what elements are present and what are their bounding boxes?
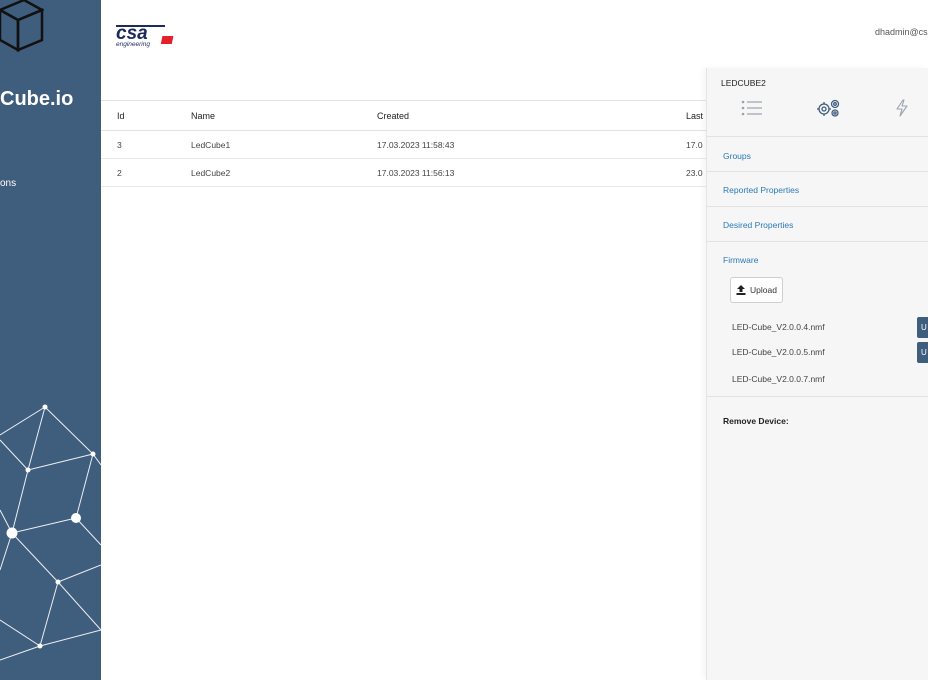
user-account[interactable]: dhadmin@cs xyxy=(875,27,928,37)
cube-logo-icon xyxy=(0,0,44,53)
section-desired-properties[interactable]: Desired Properties xyxy=(723,220,793,230)
firmware-update-button[interactable]: U xyxy=(917,342,928,363)
firmware-file-item: LED-Cube_V2.0.0.4.nmf xyxy=(732,322,825,332)
cell-name: LedCube1 xyxy=(191,130,377,159)
sidebar-item-operations[interactable]: ons xyxy=(0,178,16,189)
devices-table: Id Name Created Last 3 LedCube1 17.03.20… xyxy=(101,100,706,187)
divider xyxy=(707,206,928,207)
cell-created: 17.03.2023 11:58:43 xyxy=(377,130,686,159)
table-row[interactable]: 3 LedCube1 17.03.2023 11:58:43 17.0 xyxy=(101,130,706,159)
remove-device-label: Remove Device: xyxy=(723,416,789,426)
network-graphic-icon xyxy=(0,404,101,661)
firmware-file-item: LED-Cube_V2.0.0.7.nmf xyxy=(732,374,825,384)
sidebar: Cube.io ons xyxy=(0,0,101,680)
upload-button[interactable]: Upload xyxy=(730,277,783,303)
section-firmware[interactable]: Firmware xyxy=(723,255,758,265)
cell-id: 3 xyxy=(101,130,191,159)
divider xyxy=(707,396,928,397)
csa-engineering-logo: csa engineering xyxy=(116,24,174,48)
column-header-created[interactable]: Created xyxy=(377,100,686,131)
upload-icon xyxy=(736,285,746,295)
tab-power[interactable] xyxy=(887,96,917,120)
column-header-last[interactable]: Last xyxy=(686,100,706,131)
divider xyxy=(707,241,928,242)
table-row[interactable]: 2 LedCube2 17.03.2023 11:56:13 23.0 xyxy=(101,158,706,187)
cell-last: 23.0 xyxy=(686,158,706,187)
tab-list[interactable] xyxy=(737,96,767,120)
cell-last: 17.0 xyxy=(686,130,706,159)
tab-settings[interactable] xyxy=(814,96,844,120)
firmware-file-item: LED-Cube_V2.0.0.5.nmf xyxy=(732,347,825,357)
panel-title: LEDCUBE2 xyxy=(721,78,766,88)
list-icon xyxy=(741,100,762,116)
cell-id: 2 xyxy=(101,158,191,187)
brand-name: Cube.io xyxy=(0,88,74,110)
column-header-name[interactable]: Name xyxy=(191,100,377,131)
logo-subtext: engineering xyxy=(116,41,150,48)
table-header-row: Id Name Created Last xyxy=(101,100,706,131)
device-detail-panel: LEDCUBE2 Groups Reported Properties Desi… xyxy=(706,68,928,680)
lightning-icon xyxy=(896,99,908,117)
divider xyxy=(707,171,928,172)
cell-created: 17.03.2023 11:56:13 xyxy=(377,158,686,187)
firmware-update-button[interactable]: U xyxy=(917,317,928,338)
divider xyxy=(707,136,928,137)
cell-name: LedCube2 xyxy=(191,158,377,187)
column-header-id[interactable]: Id xyxy=(101,100,191,131)
section-groups[interactable]: Groups xyxy=(723,151,751,161)
section-reported-properties[interactable]: Reported Properties xyxy=(723,185,799,195)
settings-icon xyxy=(817,99,840,117)
upload-button-label: Upload xyxy=(750,285,777,295)
